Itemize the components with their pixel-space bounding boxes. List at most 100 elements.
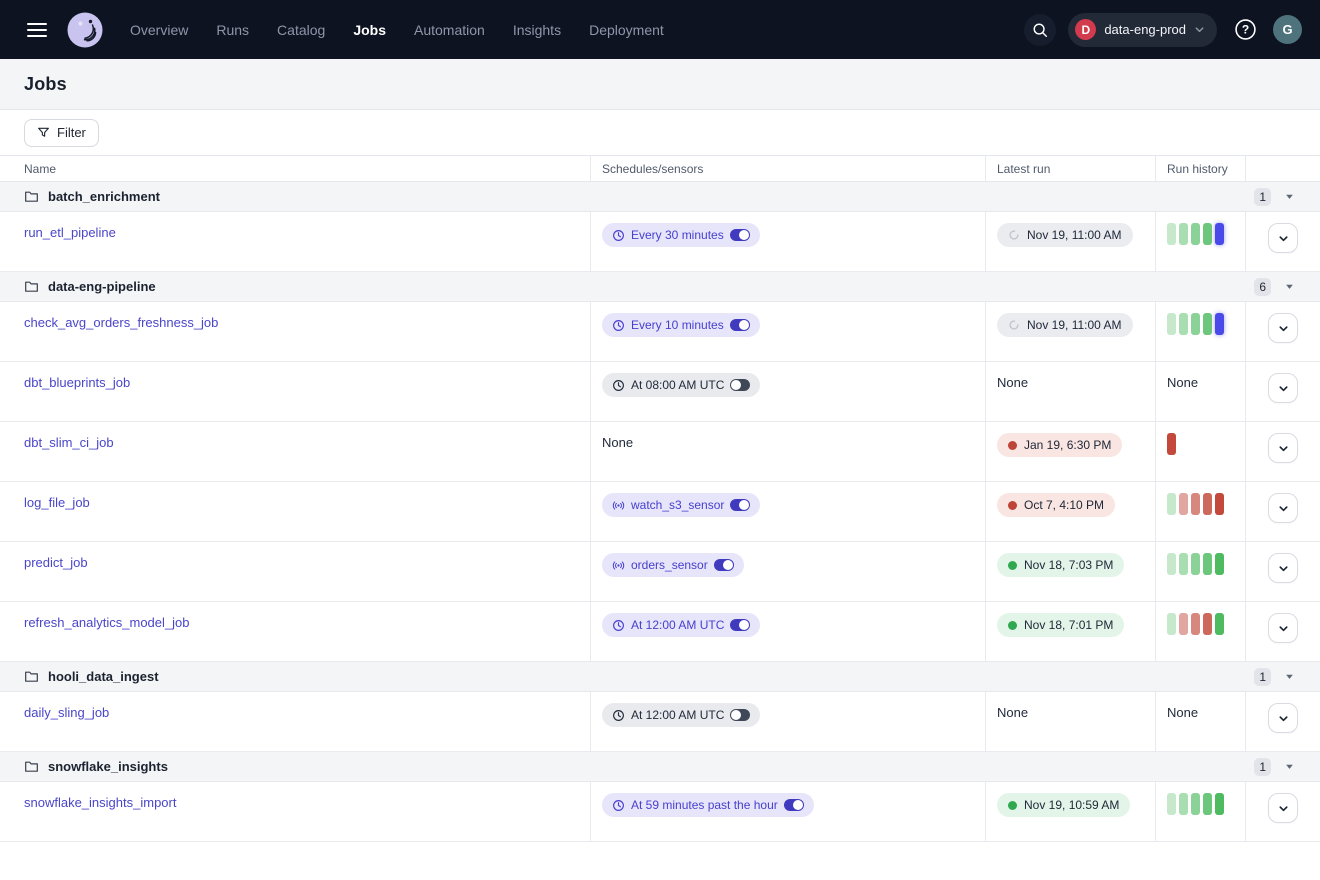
run-history-chip-success[interactable]: [1167, 313, 1176, 335]
job-name-link[interactable]: dbt_blueprints_job: [24, 375, 130, 390]
schedule-cell: Every 10 minutes: [590, 302, 985, 361]
run-history-chip-in_progress[interactable]: [1215, 223, 1224, 245]
job-name-link[interactable]: snowflake_insights_import: [24, 795, 176, 810]
schedule-badge[interactable]: Every 10 minutes: [602, 313, 760, 337]
job-name-link[interactable]: run_etl_pipeline: [24, 225, 116, 240]
nav-item-catalog[interactable]: Catalog: [277, 22, 325, 38]
page-header: Jobs: [0, 59, 1320, 110]
run-history-chip-success[interactable]: [1179, 793, 1188, 815]
job-name-link[interactable]: daily_sling_job: [24, 705, 109, 720]
nav-item-insights[interactable]: Insights: [513, 22, 561, 38]
run-history-chip-failure[interactable]: [1203, 493, 1212, 515]
run-history-chip-failure[interactable]: [1203, 613, 1212, 635]
run-history-chip-success[interactable]: [1167, 493, 1176, 515]
group-count-badge: 1: [1254, 188, 1271, 206]
row-expand-button[interactable]: [1268, 313, 1298, 343]
latest-run-pill[interactable]: Nov 19, 11:00 AM: [997, 223, 1133, 247]
latest-run-time: Nov 19, 10:59 AM: [1024, 798, 1119, 812]
run-history-chip-success[interactable]: [1203, 313, 1212, 335]
schedule-toggle[interactable]: [730, 379, 750, 391]
schedule-badge[interactable]: At 12:00 AM UTC: [602, 703, 760, 727]
run-history-chip-failure[interactable]: [1191, 613, 1200, 635]
nav-item-automation[interactable]: Automation: [414, 22, 485, 38]
run-history-chip-success[interactable]: [1215, 613, 1224, 635]
sensor-badge[interactable]: orders_sensor: [602, 553, 744, 577]
job-name-link[interactable]: predict_job: [24, 555, 88, 570]
menu-icon[interactable]: [20, 13, 54, 47]
group-collapse-caret-icon[interactable]: [1283, 670, 1296, 683]
run-history-chip-success[interactable]: [1203, 553, 1212, 575]
row-expand-button[interactable]: [1268, 613, 1298, 643]
row-expand-button[interactable]: [1268, 433, 1298, 463]
run-history-chip-success[interactable]: [1167, 793, 1176, 815]
run-history-chip-success[interactable]: [1215, 553, 1224, 575]
help-icon[interactable]: ?: [1229, 14, 1261, 46]
job-name-link[interactable]: log_file_job: [24, 495, 90, 510]
user-avatar[interactable]: G: [1273, 15, 1302, 44]
run-history-chip-success[interactable]: [1179, 223, 1188, 245]
run-history-chip-success[interactable]: [1215, 793, 1224, 815]
schedule-badge[interactable]: Every 30 minutes: [602, 223, 760, 247]
row-expand-button[interactable]: [1268, 703, 1298, 733]
run-history-chip-success[interactable]: [1191, 313, 1200, 335]
deployment-switcher[interactable]: D data-eng-prod: [1068, 13, 1217, 47]
row-expand-button[interactable]: [1268, 223, 1298, 253]
run-history-chip-success[interactable]: [1191, 223, 1200, 245]
row-expand-button[interactable]: [1268, 493, 1298, 523]
run-history-chip-success[interactable]: [1191, 793, 1200, 815]
schedule-badge[interactable]: At 59 minutes past the hour: [602, 793, 814, 817]
run-history-chip-success[interactable]: [1191, 553, 1200, 575]
schedule-toggle[interactable]: [784, 799, 804, 811]
search-icon[interactable]: [1024, 14, 1056, 46]
nav-item-overview[interactable]: Overview: [130, 22, 188, 38]
latest-run-pill[interactable]: Nov 18, 7:03 PM: [997, 553, 1124, 577]
latest-run-pill[interactable]: Jan 19, 6:30 PM: [997, 433, 1122, 457]
latest-run-pill[interactable]: Nov 19, 10:59 AM: [997, 793, 1130, 817]
run-history-chip-success[interactable]: [1179, 553, 1188, 575]
run-history-chip-failure[interactable]: [1179, 493, 1188, 515]
filter-button[interactable]: Filter: [24, 119, 99, 147]
latest-run-cell: Nov 18, 7:03 PM: [985, 542, 1155, 601]
group-name: hooli_data_ingest: [48, 669, 159, 684]
schedule-toggle[interactable]: [730, 499, 750, 511]
nav-item-runs[interactable]: Runs: [216, 22, 249, 38]
latest-run-pill[interactable]: Nov 18, 7:01 PM: [997, 613, 1124, 637]
row-expand-button[interactable]: [1268, 793, 1298, 823]
run-history-chip-success[interactable]: [1179, 313, 1188, 335]
run-history-chip-success[interactable]: [1167, 553, 1176, 575]
job-row: dbt_slim_ci_job None Jan 19, 6:30 PM: [0, 422, 1320, 482]
group-collapse-caret-icon[interactable]: [1283, 280, 1296, 293]
row-expand-button[interactable]: [1268, 553, 1298, 583]
run-history-chip-failure[interactable]: [1167, 433, 1176, 455]
run-history-chip-failure[interactable]: [1179, 613, 1188, 635]
schedule-badge[interactable]: At 12:00 AM UTC: [602, 613, 760, 637]
page-title: Jobs: [24, 74, 67, 95]
chevron-down-icon: [1278, 383, 1289, 394]
run-history-chip-success[interactable]: [1167, 223, 1176, 245]
nav-item-jobs[interactable]: Jobs: [353, 22, 386, 38]
row-expand-button[interactable]: [1268, 373, 1298, 403]
run-history-chip-success[interactable]: [1203, 793, 1212, 815]
schedule-toggle[interactable]: [730, 229, 750, 241]
run-history-chip-in_progress[interactable]: [1215, 313, 1224, 335]
schedule-badge[interactable]: At 08:00 AM UTC: [602, 373, 760, 397]
job-name-link[interactable]: dbt_slim_ci_job: [24, 435, 114, 450]
nav-item-deployment[interactable]: Deployment: [589, 22, 664, 38]
sensor-badge[interactable]: watch_s3_sensor: [602, 493, 760, 517]
run-history-chip-success[interactable]: [1203, 223, 1212, 245]
schedule-toggle[interactable]: [714, 559, 734, 571]
job-row: snowflake_insights_import At 59 minutes …: [0, 782, 1320, 842]
group-collapse-caret-icon[interactable]: [1283, 190, 1296, 203]
run-history-chip-failure[interactable]: [1215, 493, 1224, 515]
run-history-chip-failure[interactable]: [1191, 493, 1200, 515]
schedule-toggle[interactable]: [730, 319, 750, 331]
deployment-letter-badge: D: [1075, 19, 1096, 40]
latest-run-pill[interactable]: Oct 7, 4:10 PM: [997, 493, 1115, 517]
schedule-toggle[interactable]: [730, 709, 750, 721]
job-name-link[interactable]: refresh_analytics_model_job: [24, 615, 189, 630]
latest-run-pill[interactable]: Nov 19, 11:00 AM: [997, 313, 1133, 337]
schedule-toggle[interactable]: [730, 619, 750, 631]
group-collapse-caret-icon[interactable]: [1283, 760, 1296, 773]
run-history-chip-success[interactable]: [1167, 613, 1176, 635]
job-name-link[interactable]: check_avg_orders_freshness_job: [24, 315, 218, 330]
